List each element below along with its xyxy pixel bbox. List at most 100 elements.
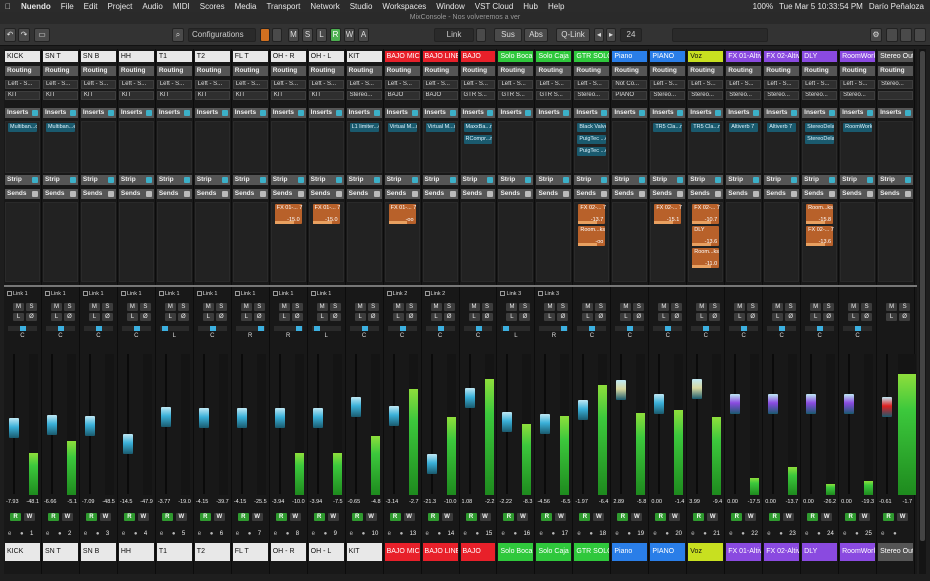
edit-icon[interactable]: e [274, 531, 277, 537]
write-automation-button[interactable]: W [707, 513, 719, 521]
insert-slot[interactable]: Altiverb 7 [767, 123, 797, 132]
record-icon[interactable]: ● [627, 531, 631, 537]
input-routing-select[interactable]: Left - S... [5, 80, 40, 89]
mute-all-button[interactable]: M [288, 28, 299, 42]
output-routing-select[interactable]: Stereo... [802, 91, 838, 100]
solo-button[interactable]: S [443, 303, 455, 311]
volume-fader[interactable] [122, 434, 133, 454]
split-view-icon[interactable] [900, 28, 912, 42]
insert-status-icon[interactable] [487, 110, 494, 116]
edit-icon[interactable]: e [388, 531, 391, 537]
mute-button[interactable]: M [316, 303, 328, 311]
phase-button[interactable]: Ø [291, 313, 303, 321]
sends-header[interactable]: Sends [346, 189, 382, 199]
listen-button[interactable]: L [430, 313, 442, 321]
strip-status-icon[interactable] [411, 177, 418, 183]
volume-readout[interactable]: -3.94 -7.5 [308, 498, 345, 506]
sends-header[interactable]: Sends [840, 189, 876, 199]
inserts-header[interactable]: Inserts [536, 108, 572, 118]
inserts-header[interactable]: Inserts [878, 108, 914, 118]
vertical-scrollbar[interactable] [919, 49, 926, 574]
volume-fader[interactable] [844, 394, 855, 414]
output-routing-select[interactable]: KIT [156, 91, 192, 100]
solo-button[interactable]: S [63, 303, 75, 311]
edit-icon[interactable]: e [501, 531, 504, 537]
insert-slot[interactable]: StereoDelay [805, 135, 835, 144]
read-automation-button[interactable]: R [199, 513, 211, 521]
solo-button[interactable]: S [291, 303, 303, 311]
mute-button[interactable]: M [468, 303, 480, 311]
channel-name-footer[interactable]: T1 [156, 543, 192, 561]
write-automation-button[interactable]: W [859, 513, 871, 521]
channel-name-footer[interactable]: Stereo Out [878, 543, 914, 561]
record-icon[interactable]: ● [476, 531, 480, 537]
record-icon[interactable]: ● [513, 531, 517, 537]
strip-header[interactable]: Strip [802, 175, 838, 185]
routing-header[interactable]: Routing [308, 66, 344, 76]
pan-control[interactable] [235, 326, 265, 331]
mute-button[interactable]: M [13, 303, 24, 311]
sends-header[interactable]: Sends [574, 189, 610, 199]
edit-icon[interactable]: e [805, 531, 808, 537]
mute-button[interactable]: M [772, 303, 784, 311]
write-automation-button[interactable]: W [821, 513, 833, 521]
edit-icon[interactable]: e [350, 531, 353, 537]
solo-button[interactable]: S [519, 303, 531, 311]
write-automation-button[interactable]: W [555, 513, 567, 521]
mute-button[interactable]: M [582, 303, 594, 311]
phase-button[interactable]: Ø [595, 313, 607, 321]
strip-header[interactable]: Strip [612, 175, 648, 185]
sus-button[interactable]: Sus [494, 28, 522, 42]
edit-icon[interactable]: e [84, 531, 87, 537]
routing-header[interactable]: Routing [536, 66, 572, 76]
read-automation-button[interactable]: R [617, 513, 629, 521]
insert-status-icon[interactable] [563, 110, 570, 116]
pan-control[interactable] [691, 326, 721, 331]
channel-overview[interactable] [672, 28, 768, 42]
routing-header[interactable]: Routing [498, 66, 534, 76]
volume-fader[interactable] [84, 416, 95, 436]
channel-name[interactable]: BAJO MIC [384, 51, 420, 62]
volume-readout[interactable]: 3.99 -9.4 [687, 498, 724, 506]
write-automation-button[interactable]: W [403, 513, 415, 521]
strip-status-icon[interactable] [297, 177, 304, 183]
menu-window[interactable]: Window [431, 2, 469, 11]
sends-menu-icon[interactable] [107, 191, 114, 197]
mute-button[interactable]: M [164, 303, 176, 311]
channel-name[interactable]: KIT [346, 51, 382, 62]
volume-fader[interactable] [882, 397, 893, 417]
abs-button[interactable]: Abs [524, 28, 548, 42]
mute-button[interactable]: M [354, 303, 366, 311]
output-routing-select[interactable]: KIT [194, 91, 230, 100]
mute-button[interactable]: M [734, 303, 746, 311]
phase-button[interactable]: Ø [557, 313, 569, 321]
read-automation-button[interactable]: R [883, 513, 895, 521]
listen-button[interactable]: L [88, 313, 100, 321]
send-slot[interactable]: FX 01-... 7 -15.0 [274, 204, 302, 224]
insert-slot[interactable]: Altiverb 7 [729, 123, 759, 132]
channel-name-footer[interactable]: FL T [232, 543, 268, 561]
edit-icon[interactable]: e [8, 531, 11, 537]
volume-readout[interactable]: -3.77 -19.0 [156, 498, 193, 506]
channel-name-footer[interactable]: GTR SOLO [574, 543, 610, 561]
sends-menu-icon[interactable] [335, 191, 342, 197]
pan-control[interactable] [501, 326, 531, 331]
input-routing-select[interactable]: Left - S... [422, 80, 458, 89]
send-slot[interactable]: FX 01-... 7 -oo [388, 204, 416, 224]
channel-name-footer[interactable]: BAJO [460, 543, 496, 561]
record-icon[interactable]: ● [58, 531, 62, 537]
solo-button[interactable]: S [823, 303, 835, 311]
input-routing-select[interactable]: Left - S... [498, 80, 534, 89]
link-group[interactable]: Link 3 [498, 290, 533, 298]
sends-header[interactable]: Sends [232, 189, 268, 199]
routing-header[interactable]: Routing [612, 66, 648, 76]
link-group[interactable]: Link 1 [81, 290, 116, 298]
write-all-button[interactable]: W [344, 28, 355, 42]
inserts-header[interactable]: Inserts [574, 108, 610, 118]
insert-status-icon[interactable] [791, 110, 798, 116]
record-icon[interactable]: ● [817, 531, 821, 537]
routing-header[interactable]: Routing [764, 66, 800, 76]
volume-fader[interactable] [578, 400, 589, 420]
solo-button[interactable]: S [405, 303, 417, 311]
sends-header[interactable]: Sends [460, 189, 496, 199]
